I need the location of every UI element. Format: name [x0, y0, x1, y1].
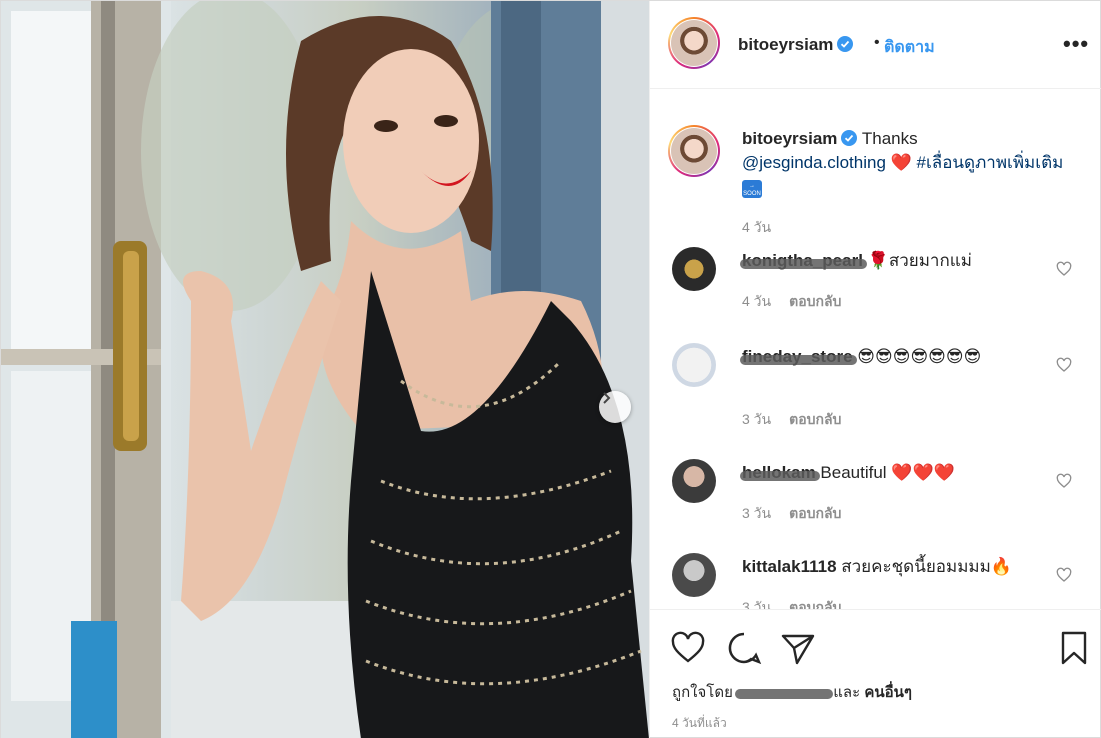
heart-emoji: ❤️ [885, 153, 917, 172]
post-actions: ถูกใจโดย nayamiya และ คนอื่นๆ 4 วันที่แล… [650, 609, 1101, 738]
comment-item: konigtha_pearl 🌹สวยมากแม่ 4 วัน ตอบกลับ [650, 239, 1101, 329]
bookmark-icon[interactable] [1056, 630, 1092, 666]
comment-meta: 3 วัน ตอบกลับ [742, 597, 841, 609]
comment-body: 🌹สวยมากแม่ [867, 251, 972, 270]
reply-button[interactable]: ตอบกลับ [789, 599, 841, 609]
post-sidebar: bitoeyrsiam • ติดตาม ••• bitoeyrsiam Tha… [649, 1, 1101, 738]
comment-username[interactable]: konigtha_pearl [740, 251, 867, 270]
hearts-emoji: ❤️❤️❤️ [891, 463, 955, 482]
redaction-scribble [735, 689, 834, 699]
redaction-scribble [740, 259, 867, 269]
reply-button[interactable]: ตอบกลับ [789, 505, 841, 521]
comment-item: fineday_store 😎😎😎😎😎😎😎 3 วัน ตอบกลับ [650, 335, 1101, 435]
comment-body: Beautiful [815, 463, 892, 482]
comment-text: hellokam Beautiful ❤️❤️❤️ [740, 461, 1042, 485]
like-comment-heart-icon[interactable] [1056, 261, 1072, 277]
comment-meta: 4 วัน ตอบกลับ [742, 291, 841, 313]
redaction-scribble [740, 355, 857, 365]
mention-link[interactable]: @jesginda.clothing [742, 153, 886, 172]
post-header: bitoeyrsiam • ติดตาม ••• [650, 1, 1101, 89]
likes-middle: และ [829, 684, 865, 701]
comment-body: สวยคะชุดนี้ยอมมมม🔥 [836, 557, 1013, 576]
likes-summary: ถูกใจโดย nayamiya และ คนอื่นๆ [672, 680, 912, 704]
comment-avatar[interactable] [672, 247, 716, 291]
comment-item: kittalak1118 สวยคะชุดนี้ยอมมมม🔥 3 วัน ตอบ… [650, 545, 1101, 609]
hashtag-link[interactable]: #เลื่อนดูภาพเพิ่มเติม [917, 153, 1064, 172]
post-photo[interactable] [1, 1, 649, 738]
comment-time[interactable]: 3 วัน [742, 411, 771, 427]
avatar-image [671, 128, 717, 174]
caption-timestamp[interactable]: 4 วัน [742, 217, 771, 239]
liker-username[interactable]: nayamiya [735, 686, 834, 700]
verified-badge-icon [841, 130, 858, 146]
more-options-icon[interactable]: ••• [1063, 31, 1089, 57]
like-comment-heart-icon[interactable] [1056, 473, 1072, 489]
comment-avatar[interactable] [672, 459, 716, 503]
comment-meta: 3 วัน ตอบกลับ [742, 503, 841, 525]
likes-others-link[interactable]: คนอื่นๆ [864, 684, 912, 701]
comment-avatar[interactable] [672, 343, 716, 387]
follow-button[interactable]: ติดตาม [884, 35, 935, 60]
like-comment-heart-icon[interactable] [1056, 567, 1072, 583]
comment-body: 😎😎😎😎😎😎😎 [857, 347, 982, 366]
likes-prefix: ถูกใจโดย [672, 684, 738, 701]
caption-avatar[interactable] [668, 125, 720, 177]
share-icon[interactable] [780, 630, 816, 666]
post-caption: bitoeyrsiam Thanks @jesginda.clothing ❤️… [742, 127, 1082, 199]
reply-button[interactable]: ตอบกลับ [789, 293, 841, 309]
post-timestamp[interactable]: 4 วันที่แล้ว [672, 714, 727, 733]
caption-username[interactable]: bitoeyrsiam [742, 129, 837, 148]
comment-username[interactable]: kittalak1118 [742, 557, 837, 576]
avatar-image [671, 20, 717, 66]
comment-meta: 3 วัน ตอบกลับ [742, 409, 841, 431]
username-text[interactable]: bitoeyrsiam [738, 35, 833, 54]
verified-badge-icon [837, 36, 854, 52]
comment-text: fineday_store 😎😎😎😎😎😎😎 [740, 345, 1042, 369]
like-heart-icon[interactable] [670, 630, 706, 666]
comment-time[interactable]: 4 วัน [742, 293, 771, 309]
photo-illustration [1, 1, 649, 738]
instagram-post: bitoeyrsiam • ติดตาม ••• bitoeyrsiam Tha… [0, 0, 1101, 738]
comments-list[interactable]: bitoeyrsiam Thanks @jesginda.clothing ❤️… [650, 89, 1101, 609]
caption-text: Thanks [857, 129, 918, 148]
separator-dot: • [874, 34, 880, 51]
avatar[interactable] [668, 17, 720, 69]
comment-username[interactable]: fineday_store [740, 347, 857, 366]
comment-text: konigtha_pearl 🌹สวยมากแม่ [740, 249, 1042, 273]
comment-item: hellokam Beautiful ❤️❤️❤️ 3 วัน ตอบกลับ [650, 451, 1101, 541]
comment-time[interactable]: 3 วัน [742, 599, 771, 609]
comment-icon[interactable] [726, 630, 762, 666]
redaction-scribble [740, 471, 820, 481]
reply-button[interactable]: ตอบกลับ [789, 411, 841, 427]
comment-avatar[interactable] [672, 553, 716, 597]
header-username[interactable]: bitoeyrsiam [738, 35, 854, 55]
chevron-right-icon [603, 392, 611, 404]
like-comment-heart-icon[interactable] [1056, 357, 1072, 373]
comment-time[interactable]: 3 วัน [742, 505, 771, 521]
next-image-button[interactable] [599, 391, 631, 423]
comment-username[interactable]: hellokam [740, 463, 820, 482]
comment-text: kittalak1118 สวยคะชุดนี้ยอมมมม🔥 [742, 555, 1042, 579]
soon-emoji-icon: → SOON [742, 180, 762, 198]
